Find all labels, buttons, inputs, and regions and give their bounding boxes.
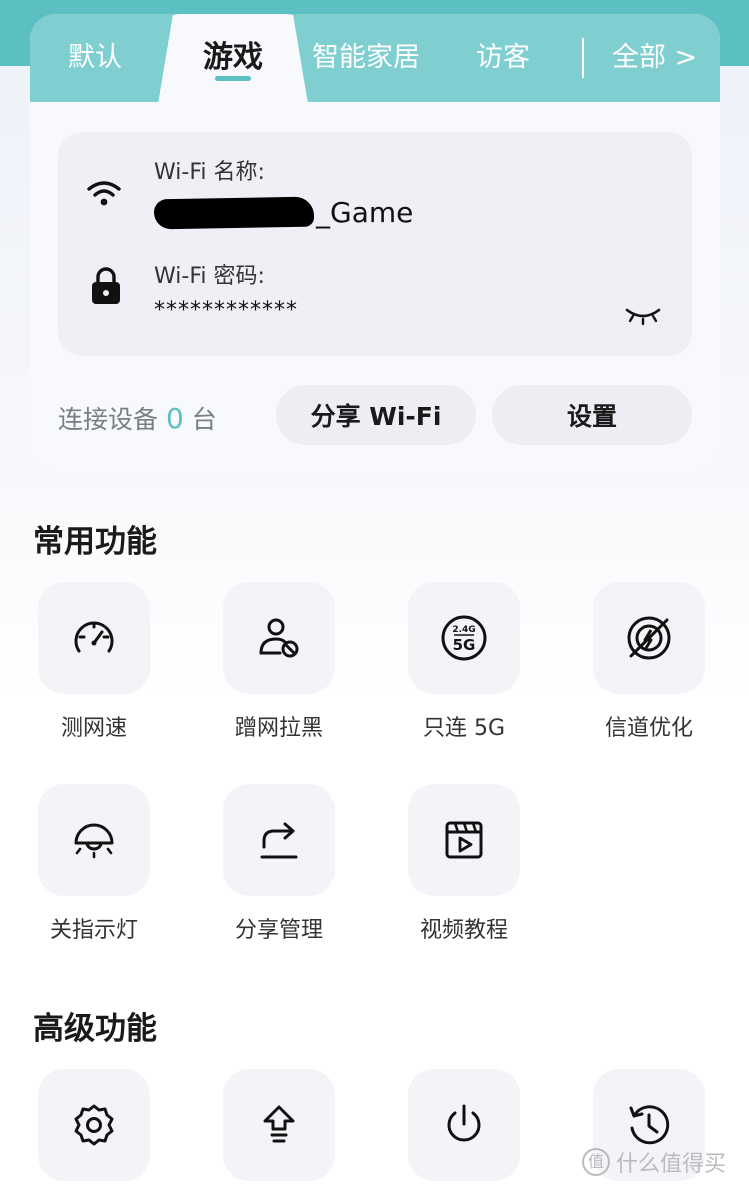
wifi-name-label: Wi-Fi 名称: [154,160,265,185]
tab-game-label: 游戏 [203,40,263,75]
feature-speed-test[interactable]: 测网速 [19,582,169,742]
wifi-password-value: ************ [154,298,298,323]
feature-tile [38,1069,150,1181]
connected-devices: 连接设备 0 台 [58,400,217,436]
feature-label: 分享管理 [234,918,323,943]
feature-power[interactable] [389,1069,539,1181]
feature-tile [38,582,150,694]
feature-advanced-settings[interactable] [19,1069,169,1181]
wifi-icon [87,181,121,206]
signal-optimize-icon [627,616,671,660]
tab-bar: 默认 游戏 智能家居 访客 全部 > [30,14,720,104]
settings-button[interactable]: 设置 [492,385,692,445]
user-block-icon [259,618,299,658]
share-arrow-icon [260,822,298,859]
feature-tile [408,1069,520,1181]
watermark: 值 什么值得买 [582,1146,726,1178]
advanced-functions-title: 高级功能 [33,1011,157,1047]
feature-label: 蹭网拉黑 [234,716,323,741]
feature-tile: 2.4G 5G [408,582,520,694]
tab-default[interactable]: 默认 [68,36,122,80]
svg-text:5G: 5G [453,636,476,654]
eye-closed-icon[interactable] [624,306,662,326]
tab-divider [582,38,584,78]
wifi-info-panel: Wi-Fi 名称: _Game Wi-Fi 密码: ************ [58,132,692,356]
5g-only-icon: 2.4G 5G [441,615,487,661]
speedometer-icon [74,621,114,653]
feature-tile [408,784,520,896]
feature-video-tutorial[interactable]: 视频教程 [389,784,539,944]
power-icon [447,1104,481,1142]
feature-tile [38,784,150,896]
history-icon [629,1105,670,1145]
wifi-name-value: _Game [316,196,414,229]
tab-all[interactable]: 全部 > [612,36,697,80]
wifi-card: 默认 游戏 智能家居 访客 全部 > Wi-Fi 名称: _Game Wi-Fi… [30,14,720,472]
feature-tile [593,582,705,694]
gear-icon [74,1104,114,1146]
feature-label: 只连 5G [422,716,506,741]
wifi-password-label: Wi-Fi 密码: [154,264,265,289]
indicator-light-icon [74,823,114,859]
watermark-text: 什么值得买 [616,1152,727,1177]
feature-tile [223,784,335,896]
feature-channel-optimize[interactable]: 信道优化 [574,582,724,742]
common-functions-title: 常用功能 [33,524,157,560]
share-wifi-button[interactable]: 分享 Wi-Fi [276,385,476,445]
feature-5g-only[interactable]: 2.4G 5G 只连 5G [389,582,539,742]
feature-firmware-upgrade[interactable] [204,1069,354,1181]
feature-share-management[interactable]: 分享管理 [204,784,354,944]
tab-game[interactable]: 游戏 [158,14,308,104]
tab-guest[interactable]: 访客 [476,36,530,80]
tab-smart-home[interactable]: 智能家居 [312,36,420,80]
connected-devices-prefix: 连接设备 [58,405,159,434]
feature-label: 关指示灯 [49,918,138,943]
feature-label: 视频教程 [419,918,508,943]
feature-tile [223,1069,335,1181]
watermark-logo: 值 [582,1148,610,1176]
lock-icon [92,267,120,304]
upgrade-icon [263,1105,295,1143]
feature-tile [223,582,335,694]
svg-text:2.4G: 2.4G [452,625,475,635]
feature-label: 测网速 [60,716,127,741]
video-tutorial-icon [445,821,483,859]
feature-block-freeloaders[interactable]: 蹭网拉黑 [204,582,354,742]
tab-active-indicator [215,76,251,81]
redacted-name-scribble [153,196,315,230]
feature-indicator-off[interactable]: 关指示灯 [19,784,169,944]
feature-label: 信道优化 [604,716,693,741]
connected-devices-count: 0 [165,402,184,435]
connected-devices-unit: 台 [191,405,217,434]
